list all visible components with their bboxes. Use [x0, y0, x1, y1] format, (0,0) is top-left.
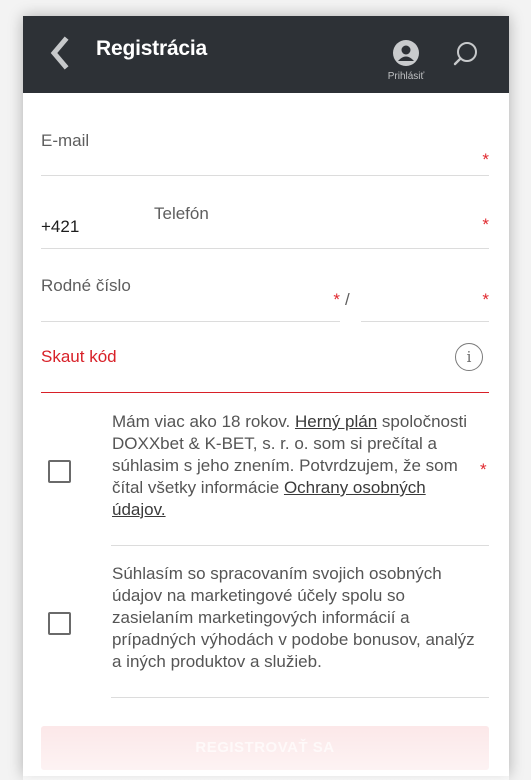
consent-divider — [111, 697, 489, 698]
info-icon[interactable]: i — [455, 343, 483, 371]
birth-number-suffix-required-marker: * — [482, 290, 489, 309]
chevron-left-icon — [50, 36, 69, 70]
phone-prefix: +421 — [41, 217, 80, 236]
scout-code-label: Skaut kód — [41, 347, 117, 366]
email-required-marker: * — [482, 150, 489, 169]
birth-number-field[interactable]: Rodné číslo * — [41, 268, 340, 322]
search-button[interactable] — [451, 39, 481, 69]
search-icon — [453, 42, 477, 66]
age-terms-required-marker: * — [480, 460, 487, 479]
email-field[interactable]: E-mail * — [41, 124, 489, 176]
phone-required-marker: * — [482, 215, 489, 234]
consent-divider — [111, 545, 489, 546]
game-plan-link[interactable]: Herný plán — [295, 412, 377, 431]
phone-label: Telefón — [154, 204, 209, 223]
login-button[interactable]: Prihlásiť — [381, 39, 431, 85]
login-label: Prihlásiť — [387, 71, 425, 82]
age-terms-checkbox[interactable] — [48, 460, 71, 483]
phone-field[interactable]: +421 Telefón * — [41, 196, 489, 249]
birth-number-suffix-field[interactable]: * — [361, 268, 489, 322]
scout-code-field[interactable]: Skaut kód i — [41, 338, 489, 393]
registration-screen: Registrácia Prihlásiť E-mail * +421 Tele… — [23, 16, 509, 780]
birth-number-label: Rodné číslo — [41, 276, 131, 295]
age-terms-text: Mám viac ako 18 rokov. Herný plán spoloč… — [112, 412, 467, 519]
birth-number-separator: / — [345, 290, 350, 309]
email-label: E-mail — [41, 131, 90, 150]
page-title: Registrácia — [96, 37, 208, 60]
user-icon — [393, 40, 419, 66]
birth-number-required-marker: * — [333, 290, 340, 309]
register-button[interactable]: REGISTROVAŤ SA — [41, 726, 489, 770]
app-header: Registrácia Prihlásiť — [23, 16, 509, 93]
marketing-consent-checkbox[interactable] — [48, 612, 71, 635]
back-button[interactable] — [45, 34, 75, 72]
marketing-consent-text: Súhlasím so spracovaním svojich osobných… — [112, 564, 475, 671]
